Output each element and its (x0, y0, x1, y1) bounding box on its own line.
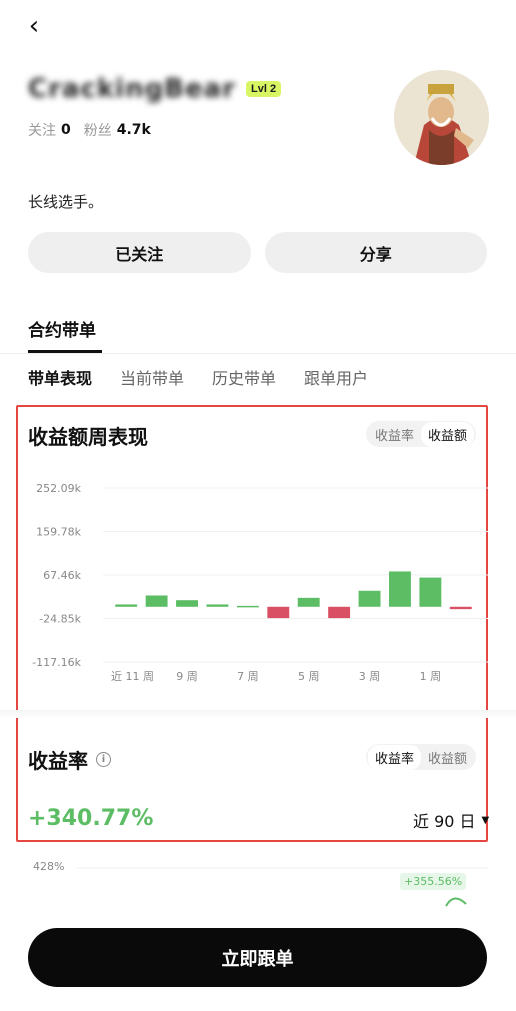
copy-trade-button[interactable]: 立即跟单 (28, 928, 487, 987)
tab-contract-copy[interactable]: 合约带单 (28, 316, 96, 341)
bar[interactable] (115, 604, 138, 607)
followed-button[interactable]: 已关注 (28, 232, 251, 273)
chevron-left-icon: ‹ (28, 11, 40, 41)
period-label: 近 90 日 (413, 812, 476, 831)
section-separator (0, 710, 516, 718)
x-tick-label: 近 11 周 (111, 670, 154, 683)
avatar[interactable] (394, 70, 489, 165)
caret-down-icon: ▼ (481, 814, 490, 826)
username: CrackingBear (28, 74, 237, 104)
toggle-rate-2[interactable]: 收益率 (368, 744, 422, 770)
subtab-current[interactable]: 当前带单 (120, 365, 184, 389)
following-label: 关注 (28, 123, 56, 139)
level-badge: Lvl 2 (246, 81, 282, 97)
rate-toggle: 收益率 收益额 (366, 744, 477, 770)
y-tick-label: 252.09k (36, 482, 81, 495)
weekly-card-title: 收益额周表现 (28, 425, 148, 449)
toggle-rate[interactable]: 收益率 (368, 422, 421, 447)
bar[interactable] (449, 606, 472, 610)
mini-chart-badge: +355.56% (400, 873, 467, 890)
bar[interactable] (328, 606, 351, 619)
avatar-image (394, 70, 489, 165)
subtab-performance[interactable]: 带单表现 (28, 365, 92, 389)
bar[interactable] (145, 595, 168, 607)
profile-name-row: CrackingBear Lvl 2 (28, 74, 282, 104)
follow-stats: 关注 0 粉丝 4.7k (28, 120, 159, 140)
info-icon[interactable]: i (96, 752, 111, 767)
bar[interactable] (176, 600, 198, 607)
weekly-toggle: 收益率 收益额 (366, 421, 477, 447)
following-count: 0 (61, 122, 71, 138)
x-tick-label: 3 周 (359, 670, 381, 683)
x-tick-label: 7 周 (237, 670, 259, 683)
toggle-amount[interactable]: 收益额 (421, 421, 475, 447)
bar[interactable] (267, 606, 290, 619)
back-button[interactable]: ‹ (22, 11, 46, 41)
rate-title-text: 收益率 (28, 749, 88, 773)
divider (0, 353, 516, 354)
followers-label: 粉丝 (83, 123, 112, 139)
period-selector[interactable]: 近 90 日 ▼ (413, 808, 489, 832)
bio-text: 长线选手。 (28, 193, 104, 211)
share-button[interactable]: 分享 (264, 232, 487, 273)
bar[interactable] (389, 571, 411, 607)
x-tick-label: 5 周 (298, 670, 320, 683)
bar[interactable] (206, 604, 229, 607)
profile-actions: 已关注 分享 (28, 232, 487, 273)
subtab-followers[interactable]: 跟单用户 (304, 365, 368, 389)
subtabs: 带单表现 当前带单 历史带单 跟单用户 (28, 365, 368, 389)
rate-value: +340.77% (28, 806, 154, 831)
x-tick-label: 1 周 (420, 670, 442, 683)
y-tick-label: -24.85k (39, 613, 81, 626)
followers-count: 4.7k (116, 122, 151, 138)
y-tick-label: -117.16k (32, 656, 81, 669)
rate-card-title: 收益率 i (28, 745, 111, 774)
y-tick-label: 67.46k (43, 569, 81, 582)
weekly-bar-chart: 252.09k 159.78k 67.46k -24.85k -117.16k 近 11 … (32, 482, 488, 683)
subtab-history[interactable]: 历史带单 (212, 365, 276, 389)
bar[interactable] (358, 590, 381, 607)
bar[interactable] (419, 577, 442, 607)
bar[interactable] (236, 605, 259, 608)
bar[interactable] (297, 597, 320, 607)
toggle-amount-2[interactable]: 收益额 (421, 745, 474, 770)
x-tick-label: 9 周 (176, 670, 198, 683)
y-tick-label: 159.78k (36, 525, 81, 538)
